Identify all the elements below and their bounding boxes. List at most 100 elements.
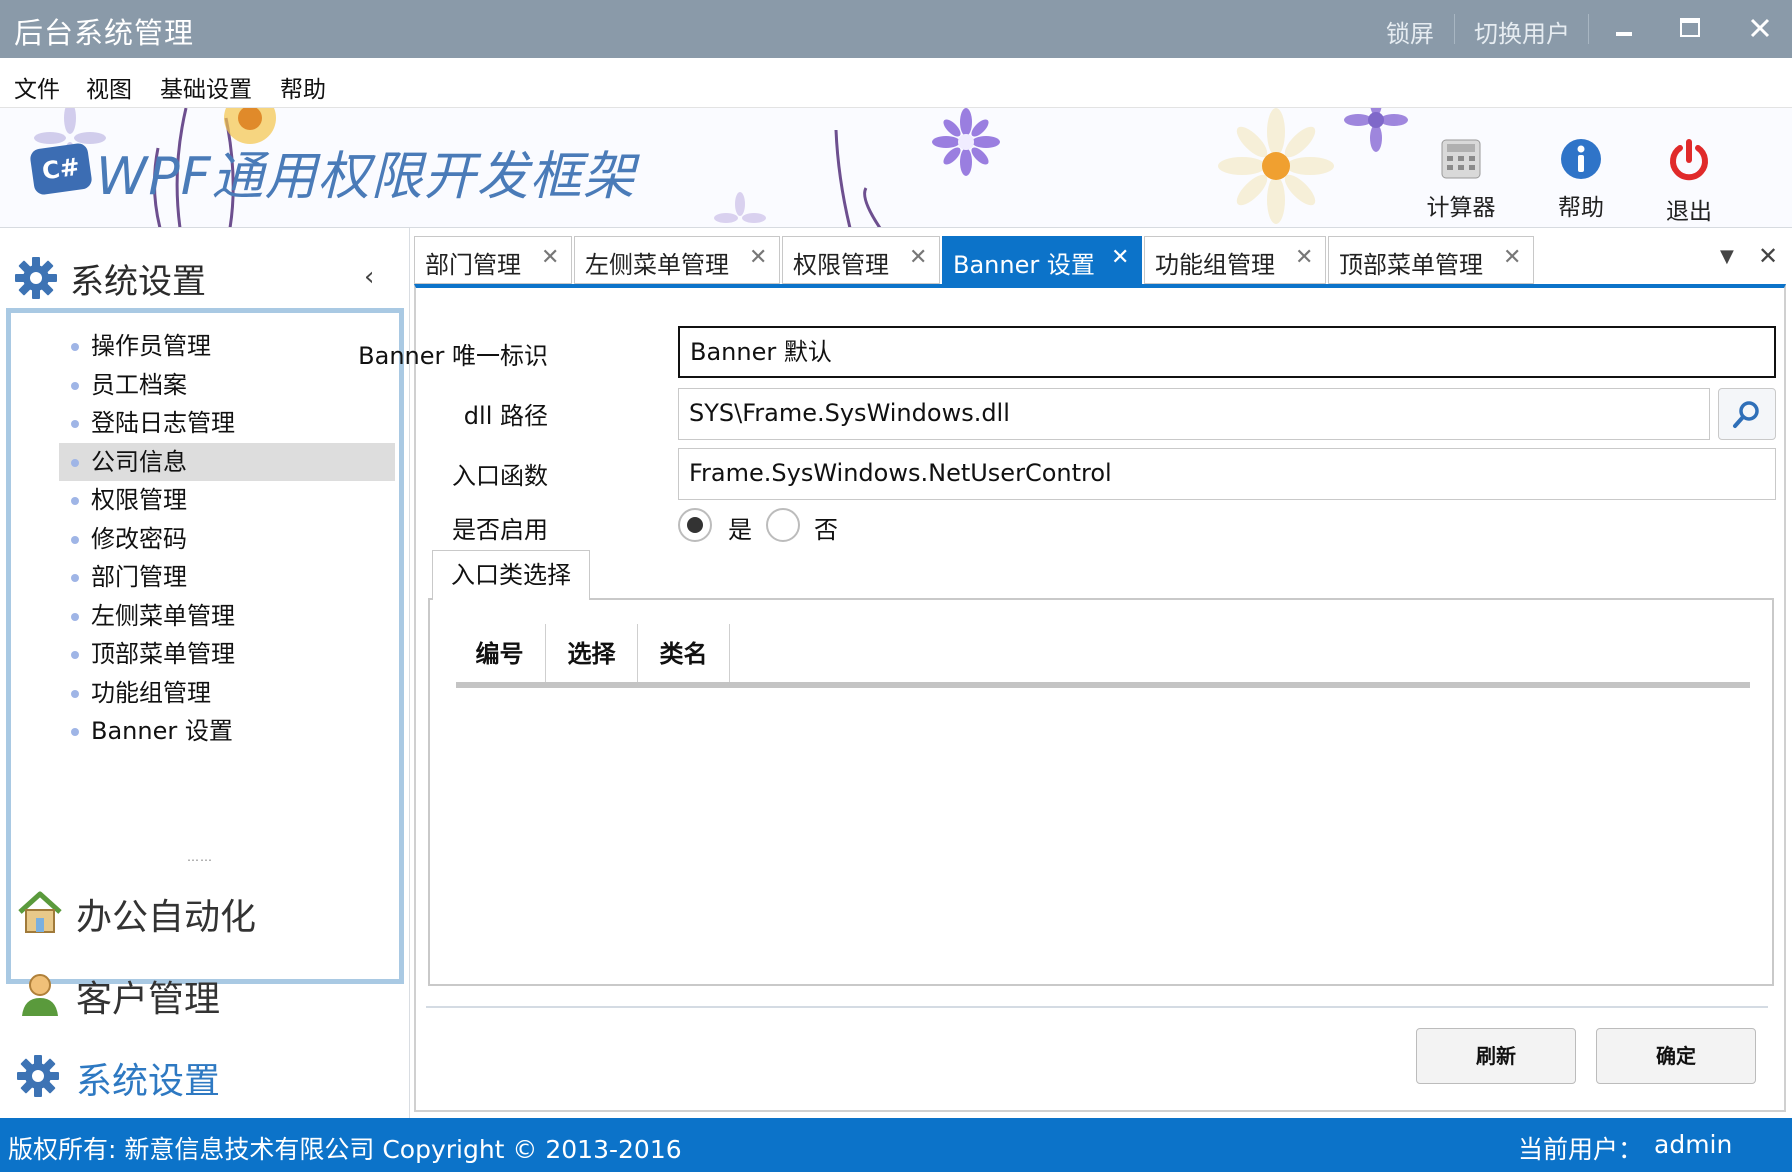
dll-path-label: dll 路径 (463, 402, 548, 430)
tree-item-top-menu[interactable]: 顶部菜单管理 (59, 635, 395, 673)
entry-function-input[interactable]: Frame.SysWindows.NetUserControl (678, 448, 1776, 500)
sidebar-title: 系统设置 (70, 262, 206, 302)
tab-close-icon[interactable]: ✕ (1111, 245, 1129, 270)
accordion-customer-management[interactable]: 客户管理 (14, 960, 394, 1030)
minimize-icon (1616, 32, 1632, 36)
entry-function-label: 入口函数 (452, 462, 548, 490)
entry-class-panel: 编号 选择 类名 (428, 598, 1774, 986)
tab-close-icon[interactable]: ✕ (1503, 245, 1521, 270)
close-all-tabs-icon[interactable]: ✕ (1758, 242, 1778, 270)
power-icon (1670, 139, 1708, 181)
banner-id-input[interactable]: Banner 默认 (678, 326, 1776, 378)
current-user: admin (1654, 1130, 1733, 1159)
collapse-sidebar-button[interactable]: ‹ (364, 262, 374, 292)
maximize-button[interactable] (1670, 8, 1710, 48)
tab-label: 部门管理 (425, 251, 521, 279)
copyright-text: 版权所有: 新意信息技术有限公司 Copyright © 2013-2016 (8, 1135, 682, 1164)
tab-label: 左侧菜单管理 (585, 251, 729, 279)
search-icon (1733, 401, 1759, 428)
tree-item-operators[interactable]: 操作员管理 (59, 327, 395, 365)
tab-top-menu[interactable]: 顶部菜单管理 ✕ (1328, 236, 1534, 284)
sidebar: 系统设置 ‹ 操作员管理 员工档案 登陆日志管理 公司信息 权限管理 修改密码 … (0, 228, 410, 1118)
browse-button[interactable] (1718, 388, 1776, 440)
tree-item-function-groups[interactable]: 功能组管理 (59, 674, 395, 712)
accordion-office-automation[interactable]: 办公自动化 (14, 878, 394, 948)
menu-file[interactable]: 文件 (14, 70, 60, 104)
divider (426, 1006, 1768, 1008)
tab-departments[interactable]: 部门管理 ✕ (414, 236, 572, 284)
menu-bar: 文件 视图 基础设置 帮助 (0, 58, 1792, 108)
calculator-button[interactable]: 计算器 (1416, 138, 1506, 222)
gear-icon (17, 1055, 59, 1097)
help-button[interactable]: 帮助 (1536, 138, 1626, 222)
tree-item-employee-files[interactable]: 员工档案 (59, 366, 395, 404)
close-icon (1750, 18, 1770, 38)
menu-help[interactable]: 帮助 (280, 70, 326, 104)
tab-close-icon[interactable]: ✕ (541, 245, 559, 270)
current-user-label: 当前用户： (1518, 1135, 1644, 1164)
tree-item-left-menu[interactable]: 左侧菜单管理 (59, 597, 395, 635)
maximize-icon (1680, 18, 1700, 37)
enabled-label: 是否启用 (452, 516, 548, 544)
tree-item-company-info[interactable]: 公司信息 (59, 443, 395, 481)
tab-left-menu[interactable]: 左侧菜单管理 ✕ (574, 236, 780, 284)
tab-list-dropdown-icon[interactable]: ▼ (1720, 246, 1734, 267)
tab-banner-settings[interactable]: Banner 设置 ✕ (942, 236, 1142, 284)
content-panel: Banner 唯一标识 Banner 默认 dll 路径 SYS\Frame.S… (358, 284, 1786, 1112)
enabled-yes-radio[interactable] (678, 508, 712, 542)
calculator-label: 计算器 (1426, 195, 1496, 221)
accordion-label: 办公自动化 (76, 897, 257, 938)
tab-permissions[interactable]: 权限管理 ✕ (782, 236, 940, 284)
accordion-label: 客户管理 (76, 979, 221, 1020)
exit-button[interactable]: 退出 (1644, 138, 1734, 226)
lock-screen-link[interactable]: 锁屏 (1386, 14, 1434, 49)
tree-item-banner-settings[interactable]: Banner 设置 (59, 712, 395, 750)
column-header-select[interactable]: 选择 (546, 624, 638, 684)
enabled-no-radio[interactable] (766, 508, 800, 542)
tree-item-login-log[interactable]: 登陆日志管理 (59, 404, 395, 442)
column-header-number[interactable]: 编号 (454, 624, 546, 684)
tab-label: 顶部菜单管理 (1339, 251, 1483, 279)
window-title: 后台系统管理 (14, 16, 195, 50)
column-header-class-name[interactable]: 类名 (638, 624, 730, 684)
status-bar: 版权所有: 新意信息技术有限公司 Copyright © 2013-2016 当… (0, 1118, 1792, 1172)
tab-entry-class-selection[interactable]: 入口类选择 (432, 550, 590, 600)
help-label: 帮助 (1558, 195, 1604, 221)
close-button[interactable] (1740, 8, 1780, 48)
accordion-system-settings[interactable]: 系统设置 (14, 1042, 394, 1112)
refresh-button[interactable]: 刷新 (1416, 1028, 1576, 1084)
user-icon (22, 974, 58, 1016)
calculator-icon (1441, 139, 1481, 179)
banner-title: WPF通用权限开发框架 (96, 147, 636, 207)
exit-label: 退出 (1666, 199, 1712, 225)
tree-item-change-password[interactable]: 修改密码 (59, 520, 395, 558)
title-separator (1588, 14, 1589, 44)
enabled-no-label: 否 (814, 516, 838, 544)
tab-label: 功能组管理 (1155, 251, 1275, 279)
menu-view[interactable]: 视图 (86, 70, 132, 104)
tree-item-permissions[interactable]: 权限管理 (59, 481, 395, 519)
sidebar-header: 系统设置 ‹ (14, 244, 394, 304)
tab-function-groups[interactable]: 功能组管理 ✕ (1144, 236, 1326, 284)
dll-path-input[interactable]: SYS\Frame.SysWindows.dll (678, 388, 1710, 440)
tab-label: 权限管理 (793, 251, 889, 279)
banner: C# WPF通用权限开发框架 计算器 帮助 退出 (0, 108, 1792, 228)
csharp-logo: C# (29, 142, 93, 196)
menu-basic-settings[interactable]: 基础设置 (160, 70, 252, 104)
home-icon (18, 891, 62, 933)
splitter-grip[interactable]: …… (187, 850, 213, 864)
minimize-button[interactable] (1604, 8, 1644, 48)
accordion-label: 系统设置 (76, 1061, 221, 1102)
tab-bar: 部门管理 ✕ 左侧菜单管理 ✕ 权限管理 ✕ Banner 设置 ✕ 功能组管理… (414, 236, 1792, 286)
tree-item-departments[interactable]: 部门管理 (59, 558, 395, 596)
ok-button[interactable]: 确定 (1596, 1028, 1756, 1084)
gear-icon (15, 257, 57, 299)
tab-close-icon[interactable]: ✕ (749, 245, 767, 270)
banner-id-label: Banner 唯一标识 (358, 342, 548, 370)
title-bar: 后台系统管理 锁屏 切换用户 (0, 0, 1792, 58)
info-icon (1561, 139, 1601, 179)
switch-user-link[interactable]: 切换用户 (1474, 14, 1570, 49)
tab-close-icon[interactable]: ✕ (909, 245, 927, 270)
enabled-yes-label: 是 (728, 516, 752, 544)
tab-close-icon[interactable]: ✕ (1295, 245, 1313, 270)
